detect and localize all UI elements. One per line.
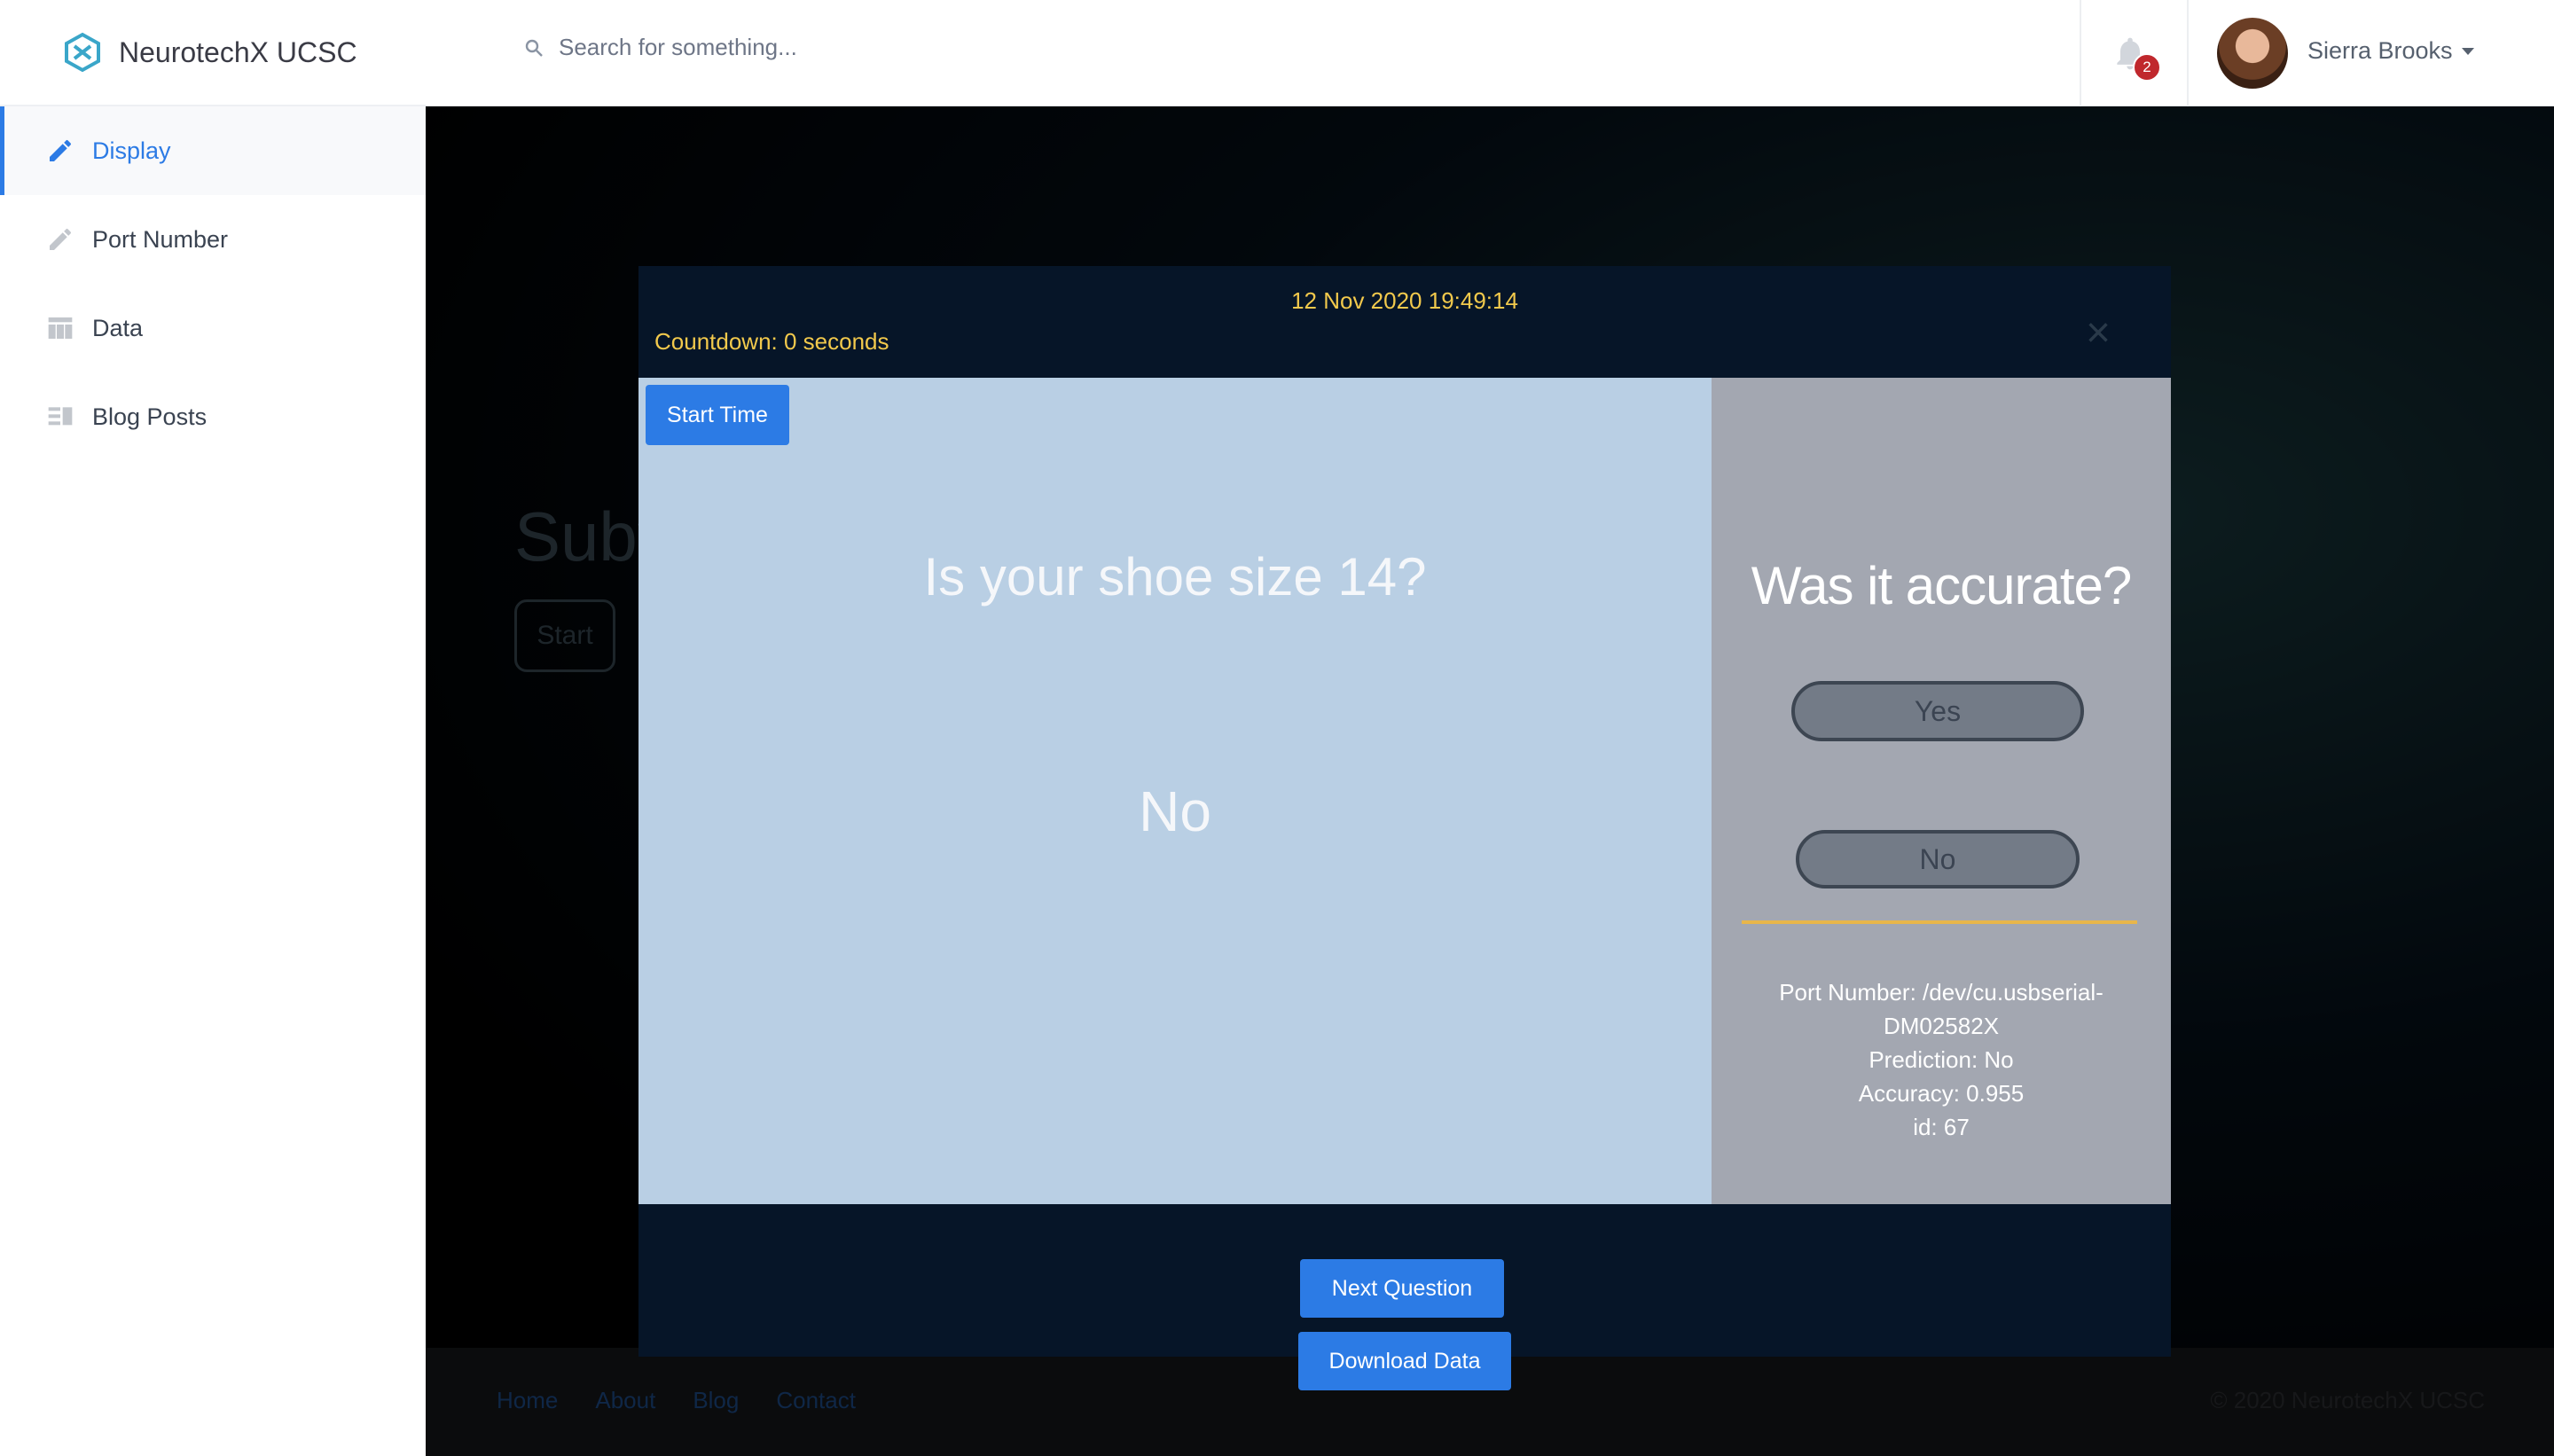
- sidebar-item-data[interactable]: Data: [0, 284, 426, 372]
- port-number-line: Port Number: /dev/cu.usbserial-: [1779, 979, 2104, 1006]
- sidebar-item-label: Port Number: [92, 225, 229, 253]
- yes-button[interactable]: Yes: [1791, 681, 2084, 741]
- accuracy-prompt: Was it accurate?: [1751, 556, 2133, 615]
- topbar-divider: [2080, 0, 2081, 106]
- datetime: 12 Nov 2020 19:49:14: [1291, 287, 1518, 314]
- sidebar: NeurotechX UCSC Display Port Number Data…: [0, 0, 426, 1456]
- question-text: Is your shoe size 14?: [923, 547, 1427, 607]
- search-bar: [523, 34, 1179, 61]
- user-name: Sierra Brooks: [2307, 37, 2453, 64]
- close-icon[interactable]: ×: [2086, 312, 2111, 355]
- avatar[interactable]: [2217, 18, 2288, 89]
- divider: [1742, 920, 2137, 924]
- topbar: 2 Sierra Brooks: [426, 0, 2554, 106]
- id-line: id: 67: [1913, 1114, 1970, 1140]
- pencil-icon: [50, 228, 72, 250]
- accuracy-line: Accuracy: 0.955: [1858, 1080, 2025, 1107]
- sidebar-item-label: Blog Posts: [92, 403, 208, 430]
- question-pane: Start Time Is your shoe size 14? No: [638, 378, 1712, 1204]
- countdown: Countdown: 0 seconds: [654, 328, 889, 355]
- sidebar-item-blog-posts[interactable]: Blog Posts: [0, 372, 426, 461]
- table-icon: [48, 317, 73, 339]
- user-menu[interactable]: Sierra Brooks: [2307, 37, 2474, 65]
- neurotechx-logo-icon: [65, 32, 100, 73]
- sidebar-item-display[interactable]: Display: [0, 106, 426, 195]
- no-button[interactable]: No: [1796, 830, 2080, 888]
- brand[interactable]: NeurotechX UCSC: [0, 0, 426, 106]
- prediction-info: Port Number: /dev/cu.usbserial- DM02582X…: [1747, 975, 2135, 1144]
- start-time-button[interactable]: Start Time: [646, 385, 789, 445]
- sidebar-item-label: Data: [92, 314, 144, 341]
- brand-name: NeurotechX UCSC: [119, 35, 357, 68]
- feedback-pane: Was it accurate? Yes No Port Number: /de…: [1712, 378, 2171, 1204]
- modal-footer: Next Question Download Data: [638, 1204, 2171, 1390]
- modal-header: 12 Nov 2020 19:49:14 Countdown: 0 second…: [638, 266, 2171, 378]
- next-question-button[interactable]: Next Question: [1300, 1259, 1504, 1318]
- sidebar-item-label: Display: [92, 137, 171, 164]
- chevron-down-icon: [2461, 47, 2474, 55]
- prediction-modal: 12 Nov 2020 19:49:14 Countdown: 0 second…: [638, 266, 2171, 1390]
- list-icon: [48, 407, 73, 426]
- search-icon: [525, 39, 543, 57]
- topbar-divider: [2187, 0, 2189, 106]
- port-number-line-2: DM02582X: [1883, 1013, 2000, 1039]
- predicted-answer: No: [1139, 779, 1211, 843]
- download-data-button[interactable]: Download Data: [1298, 1332, 1511, 1390]
- notification-badge: 2: [2133, 53, 2161, 82]
- pencil-icon: [50, 139, 72, 161]
- sidebar-item-port-number[interactable]: Port Number: [0, 195, 426, 284]
- prediction-line: Prediction: No: [1868, 1046, 2014, 1073]
- search-input[interactable]: [559, 34, 1179, 61]
